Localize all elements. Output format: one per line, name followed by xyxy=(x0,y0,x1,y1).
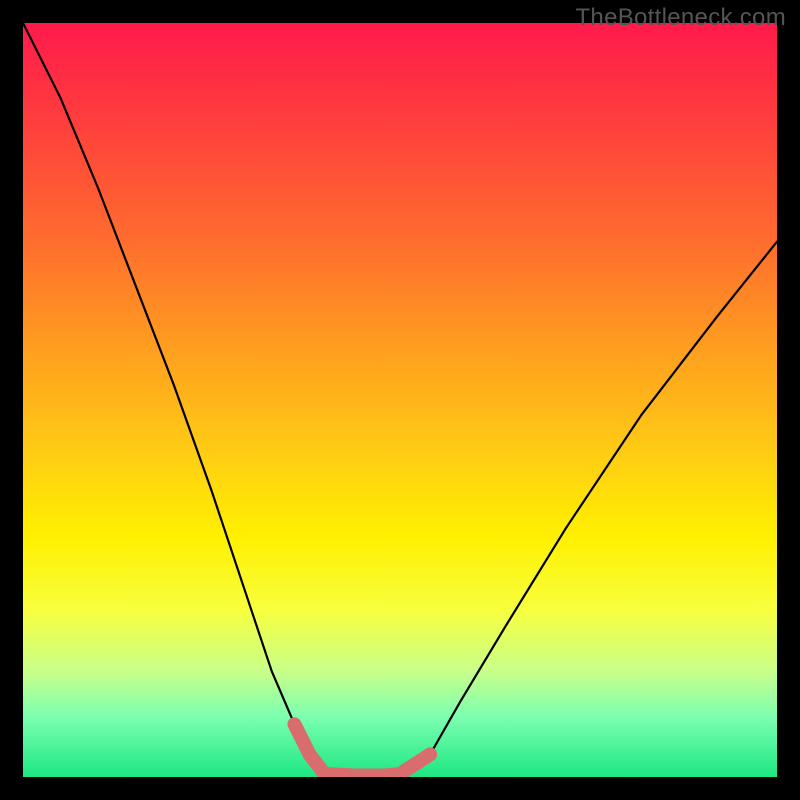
highlight-segment-path xyxy=(294,724,430,775)
bottleneck-curve-path xyxy=(23,23,777,775)
chart-frame: TheBottleneck.com xyxy=(0,0,800,800)
watermark-text: TheBottleneck.com xyxy=(575,4,786,32)
curve-svg xyxy=(23,23,777,777)
